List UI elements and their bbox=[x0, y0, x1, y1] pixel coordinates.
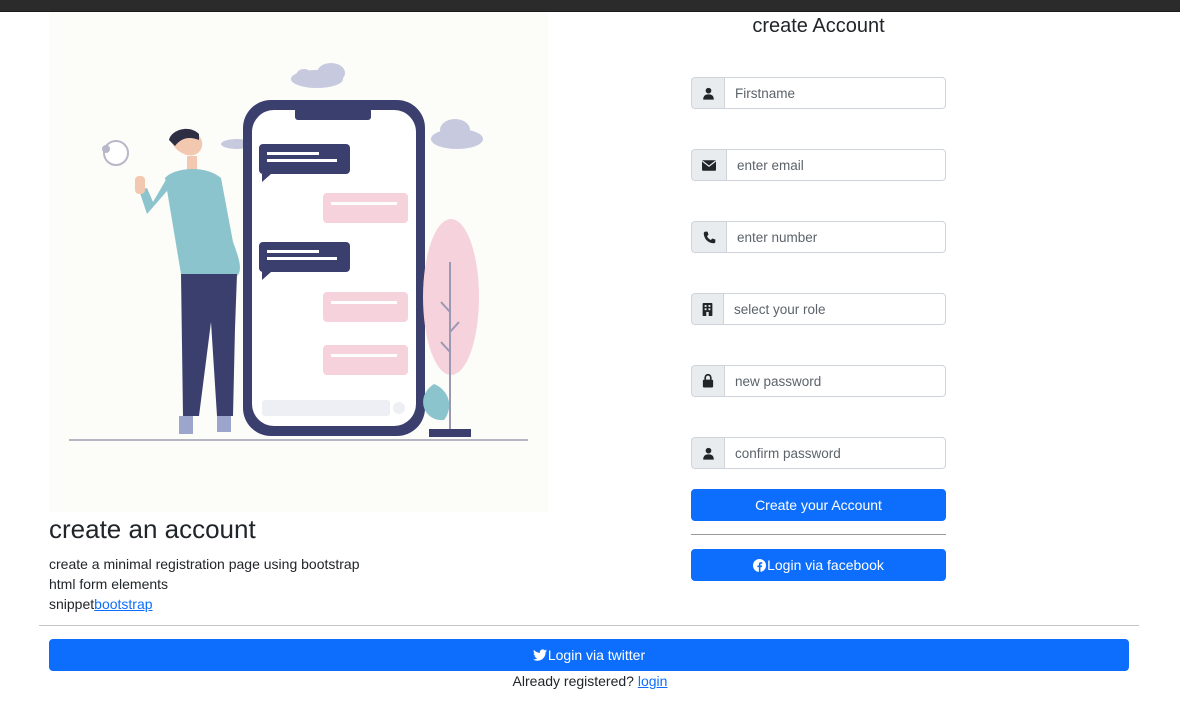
desc-line-3: snippetbootstrap bbox=[49, 594, 360, 614]
bootstrap-link[interactable]: bootstrap bbox=[94, 596, 152, 612]
main-divider bbox=[39, 625, 1139, 626]
already-registered-label: Already registered? bbox=[512, 673, 634, 689]
building-icon bbox=[691, 293, 723, 325]
login-link[interactable]: login bbox=[638, 673, 668, 689]
user-icon bbox=[691, 437, 724, 469]
confirm-password-input[interactable] bbox=[724, 437, 946, 469]
new-password-input[interactable] bbox=[724, 365, 946, 397]
desc-line-1: create a minimal registration page using… bbox=[49, 556, 360, 572]
role-input[interactable] bbox=[723, 293, 946, 325]
person-shape bbox=[102, 128, 240, 434]
role-group bbox=[691, 293, 946, 325]
new-password-group bbox=[691, 365, 946, 397]
desc-line-3-prefix: snippet bbox=[49, 596, 95, 612]
twitter-icon bbox=[532, 649, 547, 661]
firstname-input[interactable] bbox=[724, 77, 946, 109]
left-description: create a minimal registration page using… bbox=[49, 554, 360, 614]
facebook-login-label: Login via facebook bbox=[767, 557, 884, 573]
left-heading: create an account bbox=[49, 514, 256, 544]
create-account-label: Create your Account bbox=[755, 497, 882, 513]
firstname-group bbox=[691, 77, 946, 109]
form-title: create Account bbox=[752, 15, 885, 37]
desc-line-2: html form elements bbox=[49, 576, 169, 592]
phone-group bbox=[691, 221, 946, 253]
email-input[interactable] bbox=[726, 149, 946, 181]
registration-illustration bbox=[49, 12, 548, 512]
browser-top-bar bbox=[0, 0, 1180, 12]
phone-input[interactable] bbox=[726, 221, 946, 253]
plant-shape bbox=[423, 219, 479, 437]
user-icon bbox=[691, 77, 724, 109]
envelope-icon bbox=[691, 149, 726, 181]
lock-icon bbox=[691, 365, 724, 397]
already-registered-text: Already registered? login bbox=[0, 673, 1180, 689]
phone-icon bbox=[691, 221, 726, 253]
email-group bbox=[691, 149, 946, 181]
twitter-login-label: Login via twitter bbox=[547, 647, 646, 663]
facebook-login-button[interactable]: Login via facebook bbox=[691, 549, 946, 581]
form-divider bbox=[691, 534, 946, 535]
facebook-icon bbox=[753, 558, 767, 572]
confirm-password-group bbox=[691, 437, 946, 469]
create-account-button[interactable]: Create your Account bbox=[691, 489, 946, 521]
twitter-login-button[interactable]: Login via twitter bbox=[49, 639, 1129, 671]
